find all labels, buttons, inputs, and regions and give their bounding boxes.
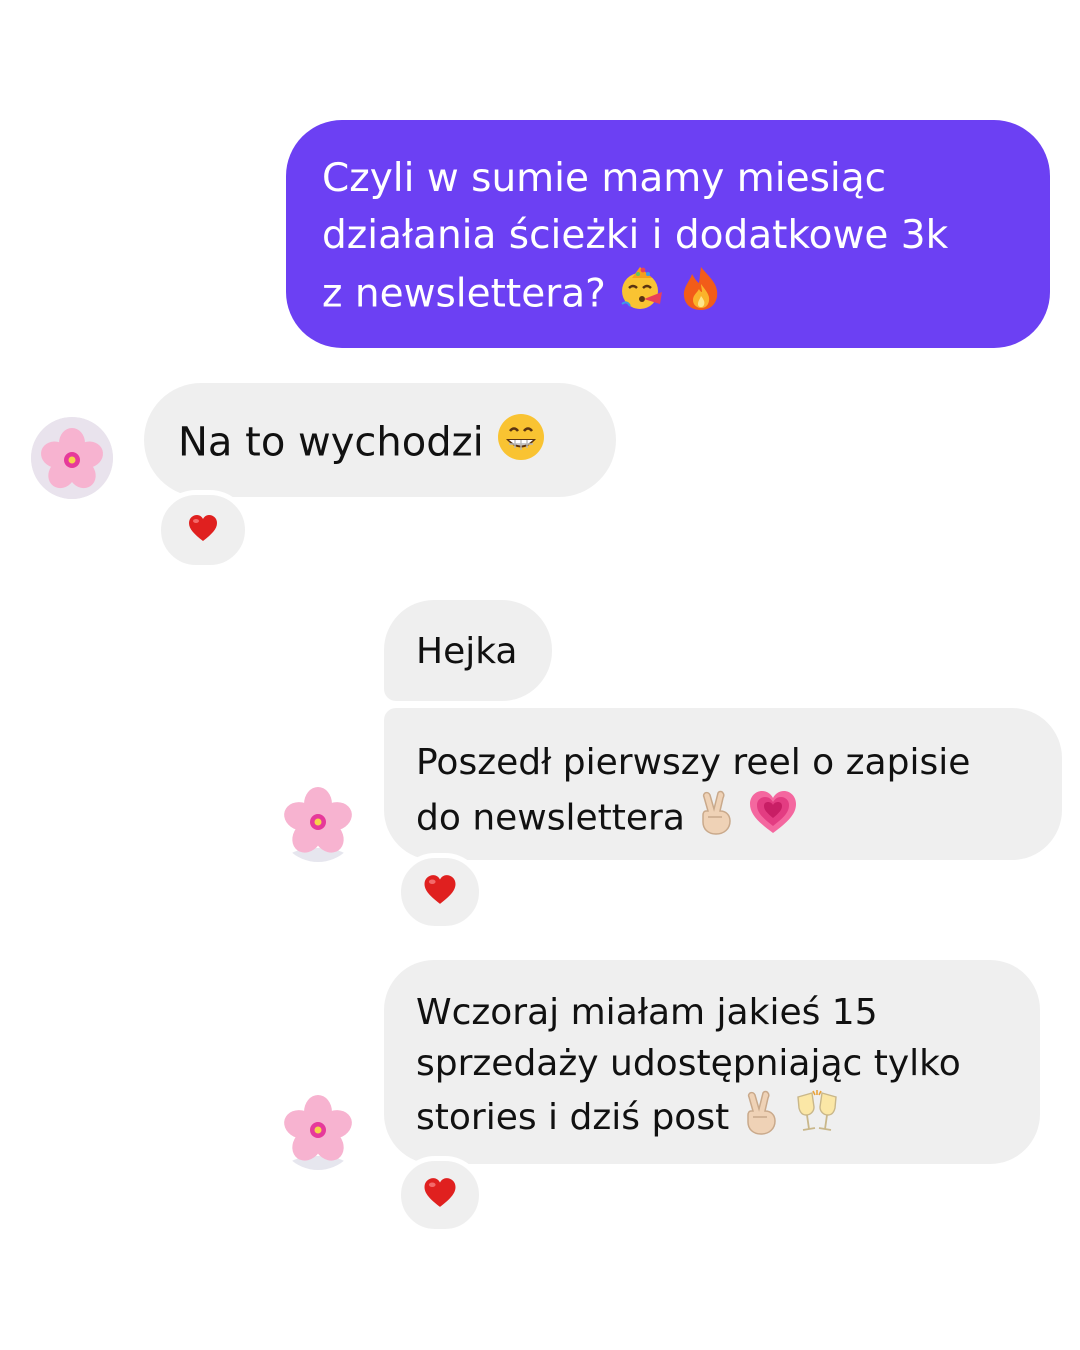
victory-hand-icon — [741, 1089, 781, 1149]
incoming-message-bubble[interactable]: Wczoraj miałam jakieś 15 sprzedaży udost… — [384, 960, 1040, 1164]
clinking-glasses-icon — [792, 1089, 842, 1149]
victory-hand-icon — [696, 789, 736, 850]
growing-heart-icon — [748, 789, 798, 850]
message-line: z newslettera? — [322, 271, 606, 317]
fire-icon — [679, 264, 723, 328]
message-line: Na to wychodzi — [178, 419, 484, 466]
message-line: działania ścieżki i dodatkowe 3k — [322, 213, 949, 258]
incoming-message-bubble[interactable]: Na to wychodzi — [144, 383, 616, 497]
contact-avatar[interactable] — [277, 780, 359, 862]
message-line: Wczoraj miałam jakieś 15 — [416, 992, 878, 1033]
message-line: Czyli w sumie mamy miesiąc — [322, 156, 887, 201]
message-line: do newslettera — [416, 797, 685, 839]
message-line: sprzedaży udostępniając tylko — [416, 1043, 961, 1084]
heart-icon — [188, 514, 218, 547]
partying-face-icon — [618, 264, 666, 328]
cherry-blossom-icon — [277, 1088, 359, 1170]
message-line: Hejka — [416, 631, 518, 672]
outgoing-message-bubble[interactable]: Czyli w sumie mamy miesiąc działania ści… — [286, 120, 1050, 348]
message-reaction[interactable] — [156, 490, 250, 570]
cherry-blossom-icon — [277, 780, 359, 862]
incoming-message-bubble[interactable]: Poszedł pierwszy reel o zapisie do newsl… — [384, 708, 1062, 860]
contact-avatar[interactable] — [31, 417, 113, 499]
message-line: Poszedł pierwszy reel o zapisie — [416, 742, 971, 783]
cherry-blossom-icon — [31, 417, 113, 499]
contact-avatar[interactable] — [277, 1088, 359, 1170]
message-line: stories i dziś post — [416, 1097, 730, 1138]
message-reaction[interactable] — [396, 853, 484, 931]
heart-icon — [423, 874, 457, 910]
incoming-message-bubble[interactable]: Hejka — [384, 600, 552, 701]
message-reaction[interactable] — [396, 1156, 484, 1234]
grinning-face-icon — [496, 412, 546, 477]
heart-icon — [423, 1177, 457, 1213]
